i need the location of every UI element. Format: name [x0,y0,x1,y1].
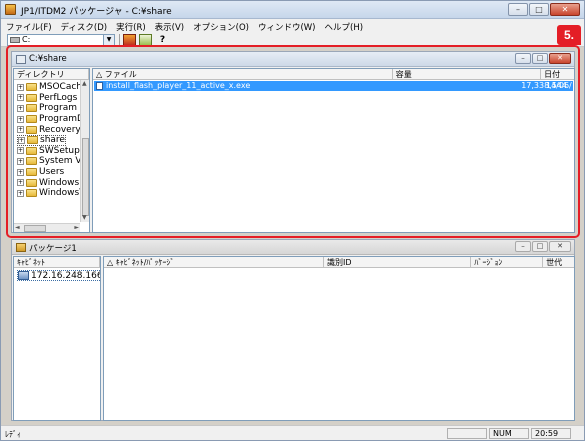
network-computer-icon [18,271,29,280]
column-header-version[interactable]: ﾊﾞｰｼﾞｮﾝ [471,257,544,268]
column-header-cabinet-package[interactable]: △ ｷｬﾋﾞﾈｯﾄ/ﾊﾟｯｹｰｼﾞ [104,257,325,268]
app-icon [5,4,16,15]
menu-window[interactable]: ウィンドウ(W) [253,19,320,33]
menu-file[interactable]: ファイル(F) [1,19,56,33]
title-bar[interactable]: JP1/ITDM2 パッケージャ - C:¥share – □ ✕ [1,1,584,19]
package-list[interactable]: △ ｷｬﾋﾞﾈｯﾄ/ﾊﾟｯｹｰｼﾞ 識別ID ﾊﾞｰｼﾞｮﾝ 世代 [103,256,575,421]
drive-value: C: [22,35,31,44]
chevron-down-icon[interactable]: ▼ [103,35,114,45]
app-window: JP1/ITDM2 パッケージャ - C:¥share – □ ✕ ファイル(F… [0,0,585,441]
cabinet-header: ｷｬﾋﾞﾈｯﾄ [14,257,100,268]
package-window-icon [16,243,26,252]
status-bar: ﾚﾃﾞｨ NUM 20:59 [1,425,584,440]
window-title: JP1/ITDM2 パッケージャ - C:¥share [21,7,172,17]
cabinet-item[interactable]: 172.16.248.166 [17,270,100,281]
step-badge: 5. [557,25,581,45]
status-cell-empty [447,428,487,439]
drive-icon [10,37,20,43]
menu-help[interactable]: ヘルプ(H) [320,19,368,33]
num-lock-indicator: NUM [489,428,529,439]
status-text: ﾚﾃﾞｨ [5,430,21,439]
column-header-generation[interactable]: 世代 [543,257,574,268]
cabinet-tree[interactable]: ｷｬﾋﾞﾈｯﾄ 172.16.248.166 [13,256,101,421]
column-header-id[interactable]: 識別ID [324,257,472,268]
package-list-header: △ ｷｬﾋﾞﾈｯﾄ/ﾊﾟｯｹｰｼﾞ 識別ID ﾊﾞｰｼﾞｮﾝ 世代 [104,257,574,268]
package-window-title-bar[interactable]: パッケージ1 – □ ✕ [12,240,574,255]
package-window-title: パッケージ1 [29,244,77,254]
close-button[interactable]: ✕ [550,3,580,16]
package-window: パッケージ1 – □ ✕ ｷｬﾋﾞﾈｯﾄ 172.16.248.166 △ ｷｬ… [11,239,575,421]
package-close-button[interactable]: ✕ [549,241,571,252]
package-minimize-button[interactable]: – [515,241,531,252]
menu-view[interactable]: 表示(V) [150,19,188,33]
menu-bar: ファイル(F) ディスク(D) 実行(R) 表示(V) オプション(O) ウィン… [1,19,584,33]
package-maximize-button[interactable]: □ [532,241,548,252]
menu-options[interactable]: オプション(O) [188,19,253,33]
minimize-button[interactable]: – [508,3,528,16]
maximize-button[interactable]: □ [529,3,549,16]
menu-disk[interactable]: ディスク(D) [56,19,112,33]
menu-run[interactable]: 実行(R) [111,19,150,33]
cabinet-header-label: ｷｬﾋﾞﾈｯﾄ [14,257,100,268]
highlight-box [6,45,580,238]
clock: 20:59 [531,428,571,439]
